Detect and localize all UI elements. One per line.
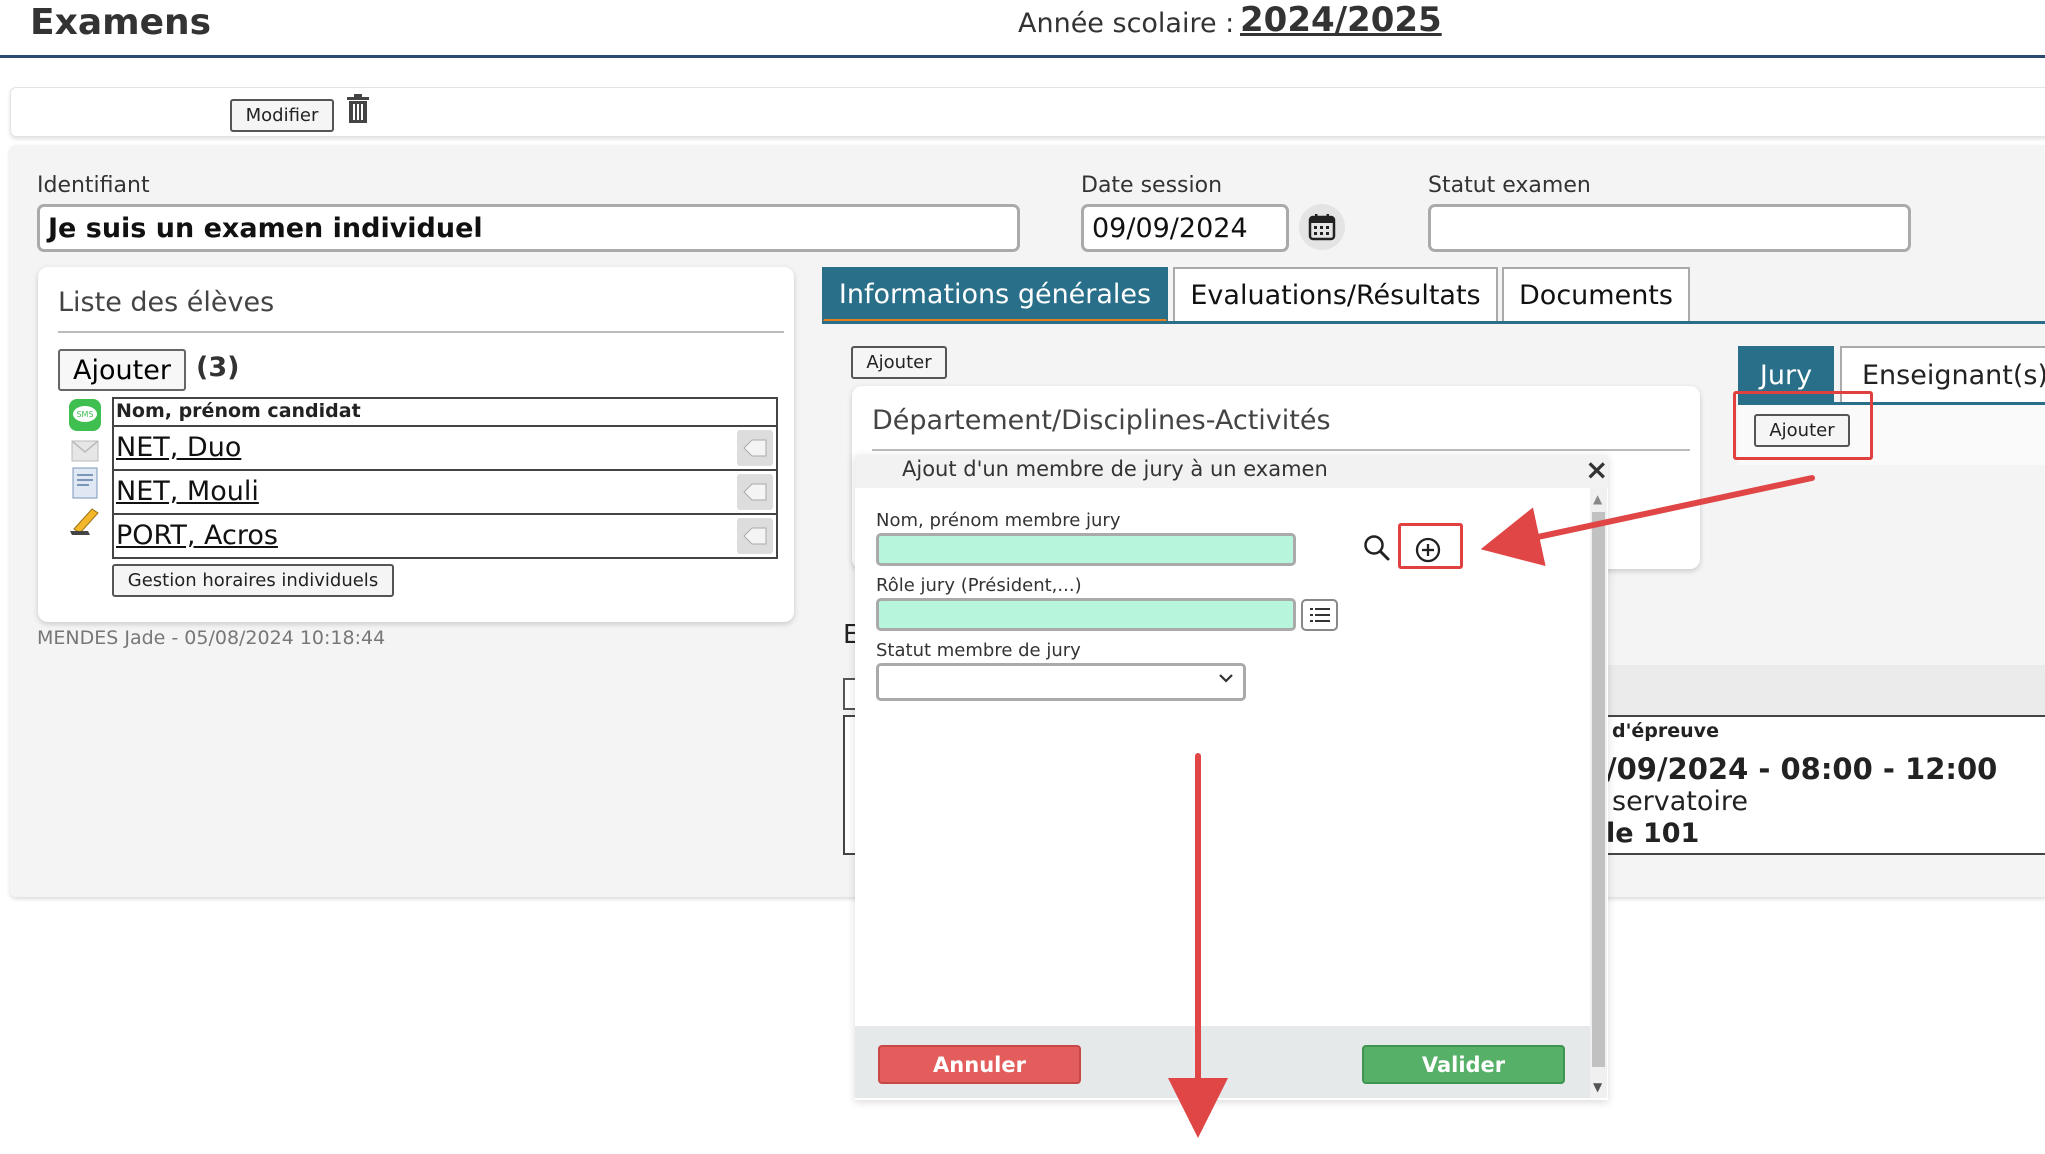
chevron-down-icon[interactable]	[1218, 670, 1234, 691]
document-icon[interactable]	[68, 466, 102, 500]
trash-icon[interactable]	[345, 94, 371, 124]
department-card-title: Département/Disciplines-Activités	[872, 405, 1331, 436]
department-divider	[872, 449, 1690, 451]
student-link[interactable]: PORT, Acros	[116, 520, 278, 551]
row-divider	[112, 513, 778, 515]
jury-status-select[interactable]	[876, 663, 1246, 701]
student-link[interactable]: NET, Duo	[116, 432, 241, 463]
jury-role-input[interactable]	[876, 598, 1296, 631]
scrollbar-thumb[interactable]	[1592, 512, 1605, 1067]
jury-name-label: Nom, prénom membre jury	[876, 510, 1121, 531]
tag-icon[interactable]	[737, 474, 773, 510]
tag-icon[interactable]	[737, 518, 773, 554]
students-card-title: Liste des élèves	[58, 287, 275, 318]
candidate-column-header: Nom, prénom candidat	[116, 400, 361, 422]
identifiant-input[interactable]: Je suis un examen individuel	[37, 204, 1020, 252]
identifiant-label: Identifiant	[37, 173, 150, 198]
scroll-up-icon[interactable]: ▲	[1593, 492, 1602, 506]
epreuve-column-header: d'épreuve	[1612, 720, 1719, 742]
epreuve-room: le 101	[1606, 818, 1700, 849]
envelope-icon[interactable]	[68, 433, 102, 467]
highlight-box	[1398, 523, 1463, 569]
row-divider	[112, 425, 778, 427]
epreuve-location: servatoire	[1612, 786, 1749, 817]
page-title: Examens	[30, 2, 212, 43]
sms-icon[interactable]: SMS	[68, 398, 102, 432]
modifier-button[interactable]: Modifier	[230, 99, 334, 132]
tab-bar-underline	[822, 321, 2045, 324]
student-link[interactable]: NET, Mouli	[116, 476, 259, 507]
student-count: (3)	[196, 352, 240, 383]
date-session-input[interactable]: 09/09/2024	[1081, 204, 1289, 252]
date-session-label: Date session	[1081, 173, 1223, 198]
jury-name-input[interactable]	[876, 533, 1296, 566]
gestion-horaires-button[interactable]: Gestion horaires individuels	[112, 564, 394, 597]
header-divider	[0, 55, 2045, 58]
tag-icon[interactable]	[737, 430, 773, 466]
tab-documents[interactable]: Documents	[1502, 267, 1690, 323]
search-icon[interactable]	[1362, 533, 1392, 563]
add-student-button[interactable]: Ajouter	[58, 349, 186, 391]
epreuve-date-time: /09/2024 - 08:00 - 12:00	[1606, 752, 1998, 786]
scroll-down-icon[interactable]: ▼	[1593, 1080, 1602, 1094]
submit-button[interactable]: Valider	[1362, 1045, 1565, 1084]
school-year-label: Année scolaire :	[1018, 8, 1235, 39]
school-year-link[interactable]: 2024/2025	[1240, 0, 1442, 40]
pencil-icon[interactable]	[68, 503, 102, 537]
add-info-button[interactable]: Ajouter	[851, 346, 947, 379]
jury-status-label: Statut membre de jury	[876, 640, 1081, 661]
jury-role-label: Rôle jury (Président,...)	[876, 575, 1082, 596]
close-icon[interactable]: ×	[1585, 453, 1608, 486]
svg-text:SMS: SMS	[76, 410, 93, 419]
calendar-icon[interactable]	[1299, 204, 1345, 250]
epreuve-table-toolbar	[1608, 665, 2045, 715]
list-icon[interactable]	[1301, 599, 1338, 631]
last-modified-info: MENDES Jade - 05/08/2024 10:18:44	[37, 627, 386, 649]
cancel-button[interactable]: Annuler	[878, 1045, 1081, 1084]
tab-informations-generales[interactable]: Informations générales	[822, 267, 1168, 323]
highlight-box	[1733, 391, 1873, 460]
dialog-title: Ajout d'un membre de jury à un examen	[902, 457, 1328, 481]
row-divider	[112, 469, 778, 471]
statut-examen-input[interactable]	[1428, 204, 1911, 252]
tab-evaluations-resultats[interactable]: Evaluations/Résultats	[1173, 267, 1498, 323]
students-divider	[58, 331, 784, 333]
statut-examen-label: Statut examen	[1428, 173, 1591, 198]
